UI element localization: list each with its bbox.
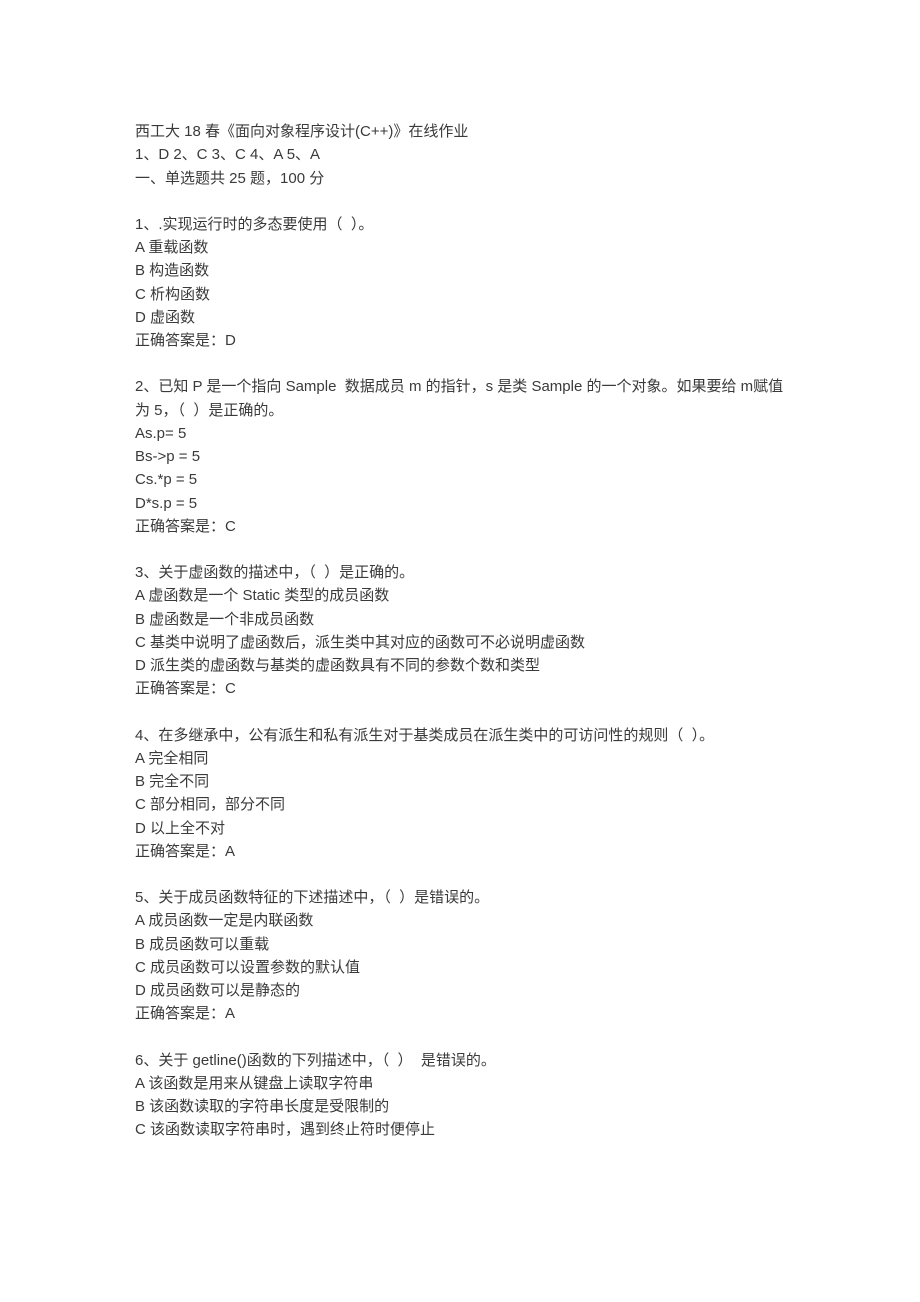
question-option: A 虚函数是一个 Static 类型的成员函数 [135, 584, 785, 607]
question-text: 2、已知 P 是一个指向 Sample 数据成员 m 的指针，s 是类 Samp… [135, 375, 785, 422]
question-option: B 构造函数 [135, 259, 785, 282]
question-option: B 该函数读取的字符串长度是受限制的 [135, 1095, 785, 1118]
question-answer: 正确答案是：A [135, 840, 785, 863]
question-option: C 成员函数可以设置参数的默认值 [135, 956, 785, 979]
question-text: 6、关于 getline()函数的下列描述中，（ ） 是错误的。 [135, 1049, 785, 1072]
question-option: B 完全不同 [135, 770, 785, 793]
section-heading: 一、单选题共 25 题，100 分 [135, 167, 785, 190]
question-option: D 成员函数可以是静态的 [135, 979, 785, 1002]
question-option: B 虚函数是一个非成员函数 [135, 608, 785, 631]
question-option: Cs.*p = 5 [135, 468, 785, 491]
question-option: A 成员函数一定是内联函数 [135, 909, 785, 932]
doc-title: 西工大 18 春《面向对象程序设计(C++)》在线作业 [135, 120, 785, 143]
question-text: 3、关于虚函数的描述中，（ ）是正确的。 [135, 561, 785, 584]
answer-summary: 1、D 2、C 3、C 4、A 5、A [135, 143, 785, 166]
question-text: 4、在多继承中，公有派生和私有派生对于基类成员在派生类中的可访问性的规则（ ）。 [135, 724, 785, 747]
question-option: C 部分相同，部分不同 [135, 793, 785, 816]
question-text: 1、.实现运行时的多态要使用（ ）。 [135, 213, 785, 236]
question-option: A 完全相同 [135, 747, 785, 770]
question-option: D 以上全不对 [135, 817, 785, 840]
question-option: A 重载函数 [135, 236, 785, 259]
question-option: D 虚函数 [135, 306, 785, 329]
question-answer: 正确答案是：C [135, 677, 785, 700]
question-option: C 基类中说明了虚函数后，派生类中其对应的函数可不必说明虚函数 [135, 631, 785, 654]
question-option: Bs->p = 5 [135, 445, 785, 468]
question-option: B 成员函数可以重载 [135, 933, 785, 956]
question-answer: 正确答案是：C [135, 515, 785, 538]
question-list: 1、.实现运行时的多态要使用（ ）。A 重载函数B 构造函数C 析构函数D 虚函… [135, 190, 785, 1142]
question-answer: 正确答案是：D [135, 329, 785, 352]
question-text: 5、关于成员函数特征的下述描述中，（ ）是错误的。 [135, 886, 785, 909]
question-option: As.p= 5 [135, 422, 785, 445]
question-option: A 该函数是用来从键盘上读取字符串 [135, 1072, 785, 1095]
question-option: C 析构函数 [135, 283, 785, 306]
doc-header: 西工大 18 春《面向对象程序设计(C++)》在线作业 1、D 2、C 3、C … [135, 120, 785, 190]
question-option: C 该函数读取字符串时，遇到终止符时便停止 [135, 1118, 785, 1141]
question-option: D*s.p = 5 [135, 492, 785, 515]
question-option: D 派生类的虚函数与基类的虚函数具有不同的参数个数和类型 [135, 654, 785, 677]
question-answer: 正确答案是：A [135, 1002, 785, 1025]
